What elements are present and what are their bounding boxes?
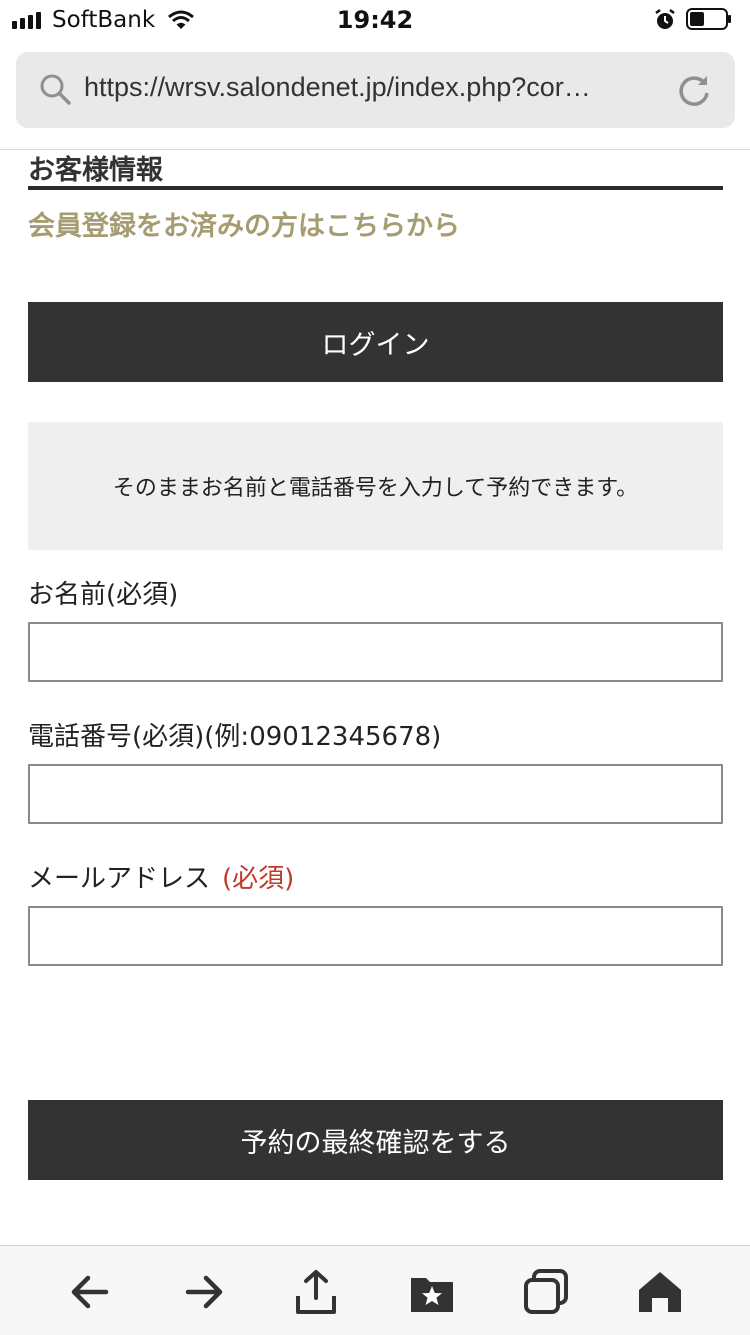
phone-input[interactable] (28, 764, 723, 824)
url-text[interactable]: https://wrsv.salondenet.jp/index.php?cor… (84, 72, 664, 103)
notice-box: そのままお名前と電話番号を入力して予約できます。 (28, 422, 723, 550)
alarm-icon (655, 9, 675, 29)
reload-icon[interactable] (676, 72, 712, 108)
home-icon[interactable] (636, 1268, 684, 1316)
url-bar[interactable]: https://wrsv.salondenet.jp/index.php?cor… (16, 52, 735, 128)
email-input[interactable] (28, 906, 723, 966)
search-icon (40, 74, 71, 105)
email-label: メールアドレス (28, 864, 211, 894)
share-icon[interactable] (292, 1268, 340, 1316)
required-mark: (必須) (222, 864, 295, 894)
login-button[interactable]: ログイン (28, 302, 723, 382)
confirm-reservation-button[interactable]: 予約の最終確認をする (28, 1100, 723, 1180)
name-label: お名前(必須) (28, 580, 179, 610)
bookmarks-icon[interactable] (408, 1268, 456, 1316)
phone-label: 電話番号(必須)(例:09012345678) (28, 722, 442, 752)
back-icon[interactable] (66, 1268, 114, 1316)
member-login-link[interactable]: 会員登録をお済みの方はこちらから (28, 204, 460, 243)
section-rule (28, 186, 723, 190)
name-input[interactable] (28, 622, 723, 682)
status-bar: SoftBank 19:42 (0, 0, 750, 42)
email-label-row: メールアドレス (必須) (28, 858, 294, 895)
section-title: お客様情報 (28, 155, 163, 186)
battery-icon (686, 8, 731, 30)
browser-toolbar (0, 1245, 750, 1335)
tabs-icon[interactable] (522, 1268, 570, 1316)
status-time: 19:42 (336, 6, 414, 34)
forward-icon[interactable] (180, 1268, 228, 1316)
